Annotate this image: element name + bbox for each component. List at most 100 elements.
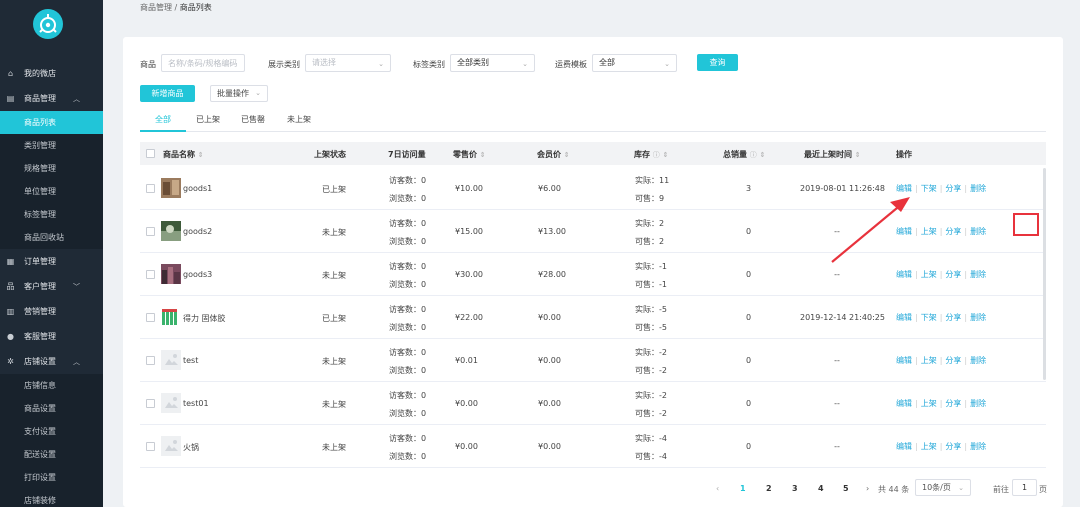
total-sales: 0 (746, 399, 752, 408)
action-separator: | (939, 399, 943, 408)
sidebar-sub-tag[interactable]: 标签管理 (0, 203, 103, 226)
sidebar-item-service[interactable]: ● 客服管理 (0, 324, 103, 349)
edit-link[interactable]: 编辑 (896, 442, 912, 451)
sidebar-sub-recycle[interactable]: 商品回收站 (0, 226, 103, 249)
sidebar-sub-print[interactable]: 打印设置 (0, 466, 103, 489)
sidebar-item-orders[interactable]: ▦ 订单管理 (0, 249, 103, 274)
add-goods-button[interactable]: 新增商品 (140, 85, 195, 102)
sidebar-item-settings[interactable]: ✲ 店铺设置 ︿ (0, 349, 103, 374)
display-category-select[interactable]: 请选择 ⌄ (305, 54, 391, 72)
page-5[interactable]: 5 (843, 484, 849, 493)
goods-search-input[interactable] (161, 54, 245, 72)
edit-link[interactable]: 编辑 (896, 270, 912, 279)
sidebar-sub-goods-list[interactable]: 商品列表 (0, 111, 103, 134)
select-all-checkbox[interactable] (146, 149, 155, 158)
actual-label: 实际： (635, 262, 659, 271)
row-checkbox[interactable] (146, 399, 155, 408)
sidebar-sub-unit[interactable]: 单位管理 (0, 180, 103, 203)
row-checkbox[interactable] (146, 270, 155, 279)
sidebar-sub-decoration[interactable]: 店铺装修 (0, 489, 103, 507)
delete-link[interactable]: 删除 (970, 399, 986, 408)
row-checkbox[interactable] (146, 227, 155, 236)
sidebar-item-label: 店铺设置 (24, 357, 56, 366)
row-checkbox[interactable] (146, 184, 155, 193)
goods-name[interactable]: goods3 (183, 270, 212, 279)
row-checkbox[interactable] (146, 313, 155, 322)
share-link[interactable]: 分享 (945, 184, 961, 193)
sidebar-sub-goods-settings[interactable]: 商品设置 (0, 397, 103, 420)
share-link[interactable]: 分享 (945, 442, 961, 451)
tab-sold-out[interactable]: 已售罄 (241, 114, 265, 125)
col-stock[interactable]: 库存 ⓘ ⇕ (634, 149, 668, 160)
available-value: -2 (659, 409, 667, 418)
delete-link[interactable]: 删除 (970, 270, 986, 279)
breadcrumb-parent[interactable]: 商品管理 (140, 3, 172, 12)
edit-link[interactable]: 编辑 (896, 227, 912, 236)
goods-name[interactable]: test (183, 356, 198, 365)
goods-name[interactable]: test01 (183, 399, 209, 408)
edit-link[interactable]: 编辑 (896, 313, 912, 322)
delete-link[interactable]: 删除 (970, 356, 986, 365)
delete-link[interactable]: 删除 (970, 313, 986, 322)
table-scrollbar[interactable] (1043, 168, 1046, 380)
product-image (161, 264, 181, 284)
col-sales[interactable]: 总销量 ⓘ ⇕ (723, 149, 765, 160)
tag-category-select[interactable]: 全部类别 ⌄ (450, 54, 535, 72)
edit-link[interactable]: 编辑 (896, 356, 912, 365)
col-retail[interactable]: 零售价 ⇕ (453, 149, 486, 160)
prev-page-icon[interactable]: ‹ (716, 484, 719, 493)
page-2[interactable]: 2 (766, 484, 772, 493)
sidebar-sub-spec[interactable]: 规格管理 (0, 157, 103, 180)
edit-link[interactable]: 编辑 (896, 399, 912, 408)
sidebar-sub-shop-info[interactable]: 店铺信息 (0, 374, 103, 397)
page-1[interactable]: 1 (740, 484, 746, 493)
member-price: ¥28.00 (538, 270, 566, 279)
sidebar-sub-delivery[interactable]: 配送设置 (0, 443, 103, 466)
sidebar-item-customers[interactable]: 品 客户管理 ﹀ (0, 274, 103, 299)
delete-link[interactable]: 删除 (970, 227, 986, 236)
actual-stock: 实际：2 (635, 218, 664, 229)
sidebar-sub-payment[interactable]: 支付设置 (0, 420, 103, 443)
sidebar-item-label: 客户管理 (24, 282, 56, 291)
tab-all[interactable]: 全部 (155, 114, 171, 125)
sidebar-item-shop[interactable]: ⌂ 我的微店 (0, 61, 103, 86)
shelf-toggle-link[interactable]: 下架 (921, 313, 937, 322)
shelf-toggle-link[interactable]: 上架 (921, 399, 937, 408)
query-button[interactable]: 查询 (697, 54, 738, 71)
shelf-toggle-link[interactable]: 上架 (921, 227, 937, 236)
sidebar-item-goods[interactable]: ▤ 商品管理 ︿ (0, 86, 103, 111)
batch-operation-button[interactable]: 批量操作 ⌄ (210, 85, 268, 102)
goods-name[interactable]: goods1 (183, 184, 212, 193)
row-checkbox[interactable] (146, 356, 155, 365)
share-link[interactable]: 分享 (945, 356, 961, 365)
page-3[interactable]: 3 (792, 484, 798, 493)
share-link[interactable]: 分享 (945, 313, 961, 322)
goods-name[interactable]: 火锅 (183, 442, 199, 453)
share-link[interactable]: 分享 (945, 270, 961, 279)
page-4[interactable]: 4 (818, 484, 824, 493)
row-checkbox[interactable] (146, 442, 155, 451)
delete-link[interactable]: 删除 (970, 184, 986, 193)
col-member[interactable]: 会员价 ⇕ (537, 149, 570, 160)
shelf-toggle-link[interactable]: 上架 (921, 356, 937, 365)
share-link[interactable]: 分享 (945, 399, 961, 408)
col-last-time[interactable]: 最近上架时间 ⇕ (804, 149, 861, 160)
shelf-toggle-link[interactable]: 下架 (921, 184, 937, 193)
goods-name[interactable]: goods2 (183, 227, 212, 236)
share-link[interactable]: 分享 (945, 227, 961, 236)
sidebar-sub-category[interactable]: 类别管理 (0, 134, 103, 157)
edit-link[interactable]: 编辑 (896, 184, 912, 193)
shelf-toggle-link[interactable]: 上架 (921, 442, 937, 451)
goods-name[interactable]: 得力 固体胶 (183, 313, 226, 324)
sidebar-item-marketing[interactable]: ▥ 营销管理 (0, 299, 103, 324)
tab-off-shelf[interactable]: 未上架 (287, 114, 311, 125)
action-separator: | (964, 270, 968, 279)
shipping-template-select[interactable]: 全部 ⌄ (592, 54, 677, 72)
delete-link[interactable]: 删除 (970, 442, 986, 451)
col-name[interactable]: 商品名称 ⇕ (163, 149, 204, 160)
shelf-toggle-link[interactable]: 上架 (921, 270, 937, 279)
next-page-icon[interactable]: › (866, 484, 869, 493)
goto-page-input[interactable]: 1 (1012, 479, 1037, 496)
page-size-select[interactable]: 10条/页 ⌄ (915, 479, 971, 496)
tab-on-shelf[interactable]: 已上架 (196, 114, 220, 125)
